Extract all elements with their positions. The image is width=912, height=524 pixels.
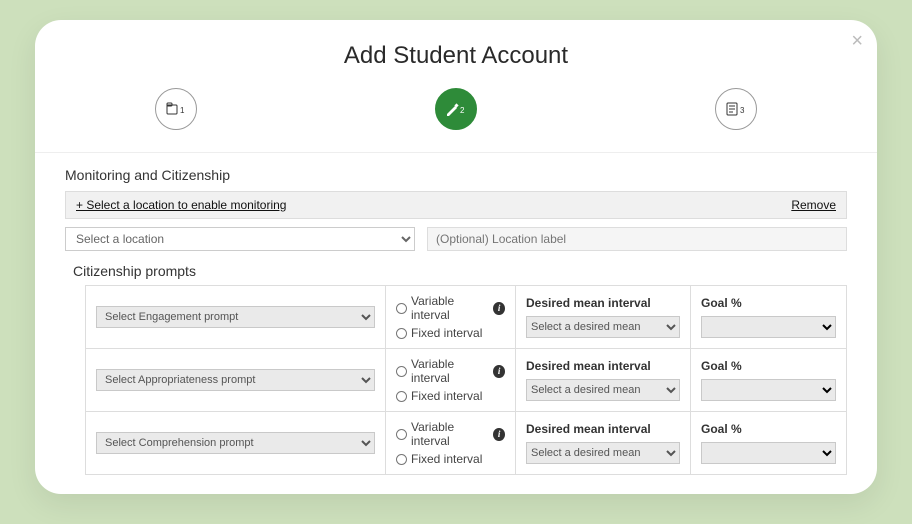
fixed-interval-radio[interactable]: Fixed interval <box>396 452 505 466</box>
appropriateness-prompt-select[interactable]: Select Appropriateness prompt <box>96 369 375 391</box>
info-icon[interactable]: i <box>493 428 505 441</box>
goal-select[interactable] <box>701 442 836 464</box>
location-row: Select a location <box>65 227 847 251</box>
mean-select[interactable]: Select a desired mean <box>526 442 680 464</box>
mean-select[interactable]: Select a desired mean <box>526 379 680 401</box>
document-icon: 3 <box>725 102 747 116</box>
close-icon[interactable]: × <box>851 30 863 53</box>
info-icon[interactable]: i <box>493 365 505 378</box>
wizard-steps: 1 2 3 <box>35 88 877 153</box>
goal-header: Goal % <box>701 422 836 436</box>
step-3-button[interactable]: 3 <box>715 88 757 130</box>
location-label-input[interactable] <box>427 227 847 251</box>
goal-select[interactable] <box>701 316 836 338</box>
step-1-button[interactable]: 1 <box>155 88 197 130</box>
goal-header: Goal % <box>701 359 836 373</box>
variable-interval-radio[interactable]: Variable intervali <box>396 294 505 322</box>
fixed-interval-radio[interactable]: Fixed interval <box>396 389 505 403</box>
goal-select[interactable] <box>701 379 836 401</box>
svg-text:1: 1 <box>180 106 185 115</box>
citizenship-prompts-table: Select Engagement prompt Variable interv… <box>85 285 847 475</box>
mean-header: Desired mean interval <box>526 422 680 436</box>
info-icon[interactable]: i <box>493 302 505 315</box>
modal-title: Add Student Account <box>35 42 877 70</box>
comprehension-prompt-select[interactable]: Select Comprehension prompt <box>96 432 375 454</box>
variable-interval-radio[interactable]: Variable intervali <box>396 420 505 448</box>
prompt-row-engagement: Select Engagement prompt Variable interv… <box>86 286 846 349</box>
svg-text:2: 2 <box>460 106 465 115</box>
fixed-interval-radio[interactable]: Fixed interval <box>396 326 505 340</box>
add-student-modal: × Add Student Account 1 2 3 <box>35 20 877 494</box>
mean-header: Desired mean interval <box>526 359 680 373</box>
pencil-icon: 2 <box>445 102 467 116</box>
enable-monitoring-bar: + Select a location to enable monitoring… <box>65 191 847 219</box>
modal-content: Monitoring and Citizenship + Select a lo… <box>35 153 877 475</box>
section-heading: Monitoring and Citizenship <box>65 167 847 183</box>
prompt-row-comprehension: Select Comprehension prompt Variable int… <box>86 412 846 475</box>
goal-header: Goal % <box>701 296 836 310</box>
prompt-row-appropriateness: Select Appropriateness prompt Variable i… <box>86 349 846 412</box>
location-select[interactable]: Select a location <box>65 227 415 251</box>
folder-icon: 1 <box>166 102 186 116</box>
engagement-prompt-select[interactable]: Select Engagement prompt <box>96 306 375 328</box>
svg-text:3: 3 <box>740 106 745 115</box>
mean-select[interactable]: Select a desired mean <box>526 316 680 338</box>
step-2-button[interactable]: 2 <box>435 88 477 130</box>
enable-monitoring-link[interactable]: + Select a location to enable monitoring <box>76 198 286 212</box>
citizenship-heading: Citizenship prompts <box>73 263 847 279</box>
variable-interval-radio[interactable]: Variable intervali <box>396 357 505 385</box>
mean-header: Desired mean interval <box>526 296 680 310</box>
remove-link[interactable]: Remove <box>791 198 836 212</box>
